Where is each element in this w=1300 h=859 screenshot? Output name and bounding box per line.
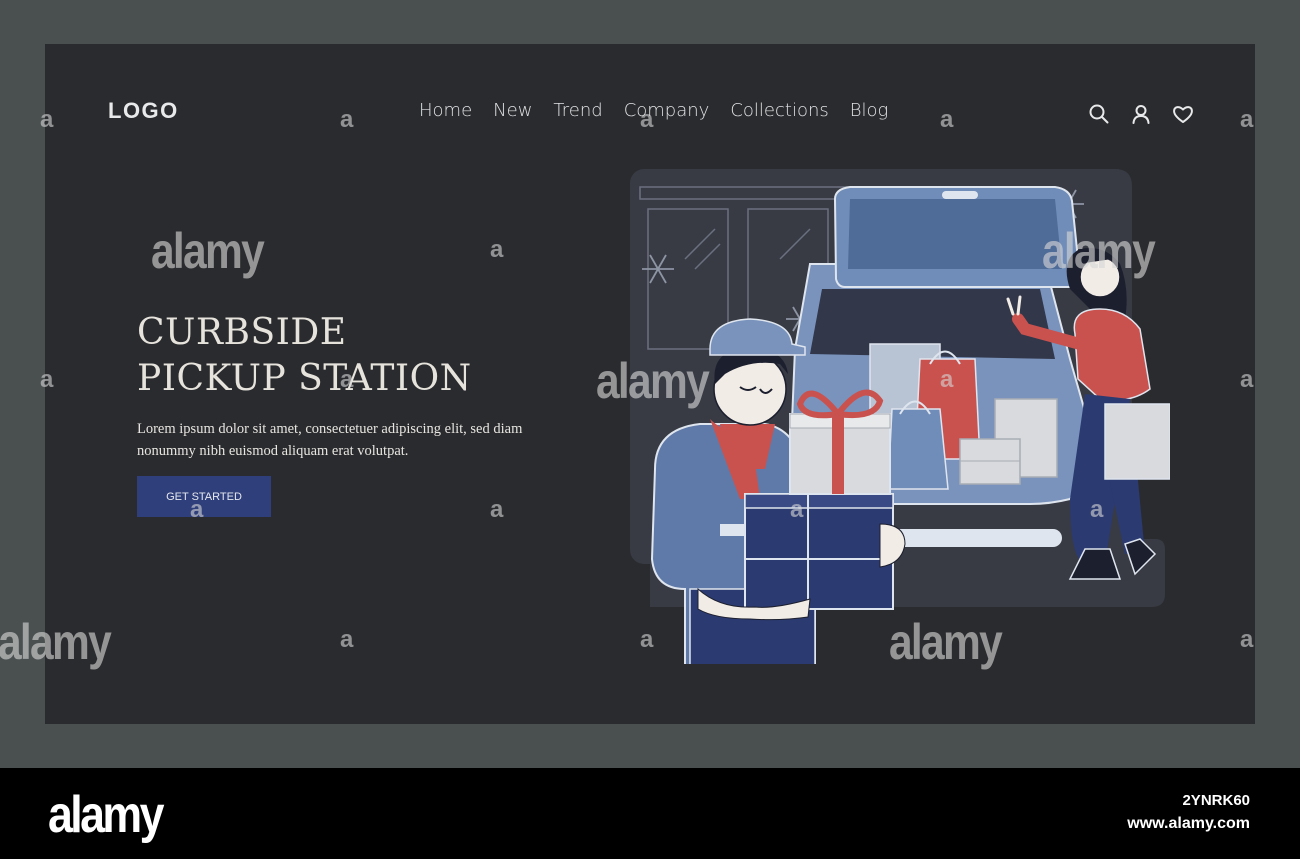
heart-icon[interactable] (1171, 102, 1195, 126)
watermark-mark: a (190, 496, 203, 523)
nav-home[interactable]: Home (419, 100, 472, 121)
watermark-mark: a (940, 366, 953, 393)
watermark-mark: a (340, 106, 353, 133)
nav-trend[interactable]: Trend (553, 100, 602, 121)
watermark-footer (0, 768, 1300, 859)
image-id-block: 2YNRK60 www.alamy.com (1127, 792, 1250, 833)
watermark: alamy (1042, 223, 1156, 279)
watermark-mark: a (940, 106, 953, 133)
alamy-brand-logo: alamy (48, 786, 164, 844)
nav-blog[interactable]: Blog (850, 100, 889, 121)
watermark-mark: a (790, 496, 803, 523)
nav-new[interactable]: New (493, 100, 532, 121)
get-started-button[interactable]: GET STARTED (137, 476, 271, 517)
hero-title-line-2: PICKUP STATION (137, 358, 472, 399)
watermark-mark: a (340, 626, 353, 653)
watermark-mark: a (1090, 496, 1103, 523)
hero-description: Lorem ipsum dolor sit amet, consectetuer… (137, 421, 523, 459)
site-url: www.alamy.com (1127, 815, 1250, 832)
header-icons (1087, 102, 1195, 126)
site-logo[interactable]: LOGO (108, 98, 179, 124)
main-nav: Home New Trend Company Collections Blog (419, 100, 888, 121)
watermark-mark: a (490, 496, 503, 523)
watermark-mark: a (640, 106, 653, 133)
watermark: alamy (0, 614, 112, 670)
watermark-mark: a (1240, 626, 1253, 653)
watermark-mark: a (340, 366, 353, 393)
image-id: 2YNRK60 (1182, 792, 1250, 809)
hero-title: CURBSIDE PICKUP STATION (137, 310, 472, 402)
watermark-mark: a (1240, 366, 1253, 393)
watermark-mark: a (490, 236, 503, 263)
hero-title-line-1: CURBSIDE (137, 312, 347, 353)
nav-company[interactable]: Company (624, 100, 710, 121)
watermark-mark: a (640, 626, 653, 653)
watermark-mark: a (40, 106, 53, 133)
nav-collections[interactable]: Collections (730, 100, 828, 121)
watermark: alamy (889, 614, 1003, 670)
search-icon[interactable] (1087, 102, 1111, 126)
watermark-mark: a (1240, 106, 1253, 133)
watermark: alamy (596, 353, 710, 409)
watermark: alamy (151, 223, 265, 279)
watermark-mark: a (40, 366, 53, 393)
user-icon[interactable] (1129, 102, 1153, 126)
